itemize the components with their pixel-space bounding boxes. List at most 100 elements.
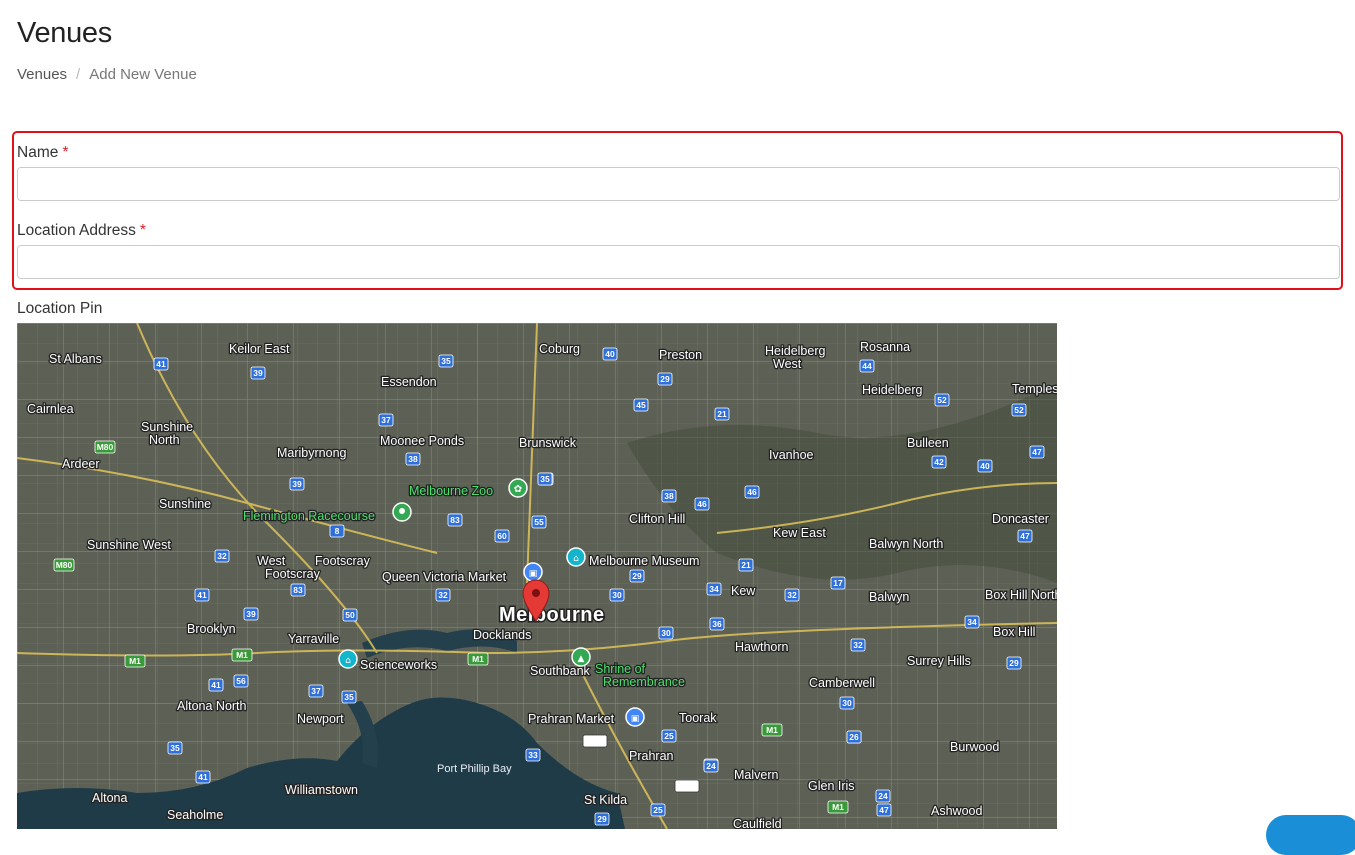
svg-text:29: 29 [1009, 658, 1019, 668]
map-place-label: Footscray [315, 554, 371, 568]
road-badge: M1 [231, 648, 253, 662]
road-badge: M1 [761, 723, 783, 737]
map-place-label: Brooklyn [187, 622, 236, 636]
map-place-label: Doncaster [992, 512, 1049, 526]
road-shield: 35 [341, 690, 357, 704]
svg-text:40: 40 [605, 349, 615, 359]
chat-launcher-button[interactable] [1266, 815, 1355, 855]
map-place-label: Clifton Hill [629, 512, 685, 526]
map-place-label: Kew [731, 584, 756, 598]
map-place-label: Kew East [773, 526, 826, 540]
map-place-label: St Albans [49, 352, 102, 366]
map-canvas[interactable]: St Albans Keilor East Coburg Preston Heidelb… [17, 323, 1057, 829]
page-title: Venues [17, 17, 112, 49]
road-shield: 60 [494, 529, 510, 543]
svg-text:Alt 1: Alt 1 [678, 781, 697, 791]
svg-text:37: 37 [381, 415, 391, 425]
svg-text:50: 50 [345, 610, 355, 620]
map-place-label: Ivanhoe [769, 448, 814, 462]
map-place-label: Melbourne Zoo [409, 484, 493, 498]
svg-text:45: 45 [636, 400, 646, 410]
road-shield: 40 [602, 347, 618, 361]
svg-text:Alt 1: Alt 1 [586, 736, 605, 746]
road-badge: M1 [827, 800, 849, 814]
poi-prahran-market[interactable]: ▣ [625, 707, 645, 727]
svg-text:38: 38 [408, 454, 418, 464]
road-shield: 35 [537, 472, 553, 486]
road-shield: 42 [931, 455, 947, 469]
svg-text:▣: ▣ [631, 714, 640, 724]
svg-text:29: 29 [597, 814, 607, 824]
road-shield: 56 [233, 674, 249, 688]
name-input[interactable] [17, 167, 1340, 201]
location-address-input[interactable] [17, 245, 1340, 279]
road-shield: 47 [876, 803, 892, 817]
poi-scienceworks[interactable]: ⌂ [338, 649, 358, 669]
road-shield: 32 [850, 638, 866, 652]
map-place-label: Melbourne Museum [589, 554, 699, 568]
road-shield: 41 [153, 357, 169, 371]
map-place-label: Seaholme [167, 808, 223, 822]
road-shield: 26 [846, 730, 862, 744]
map-place-label: Box Hill North [985, 588, 1057, 602]
svg-text:21: 21 [741, 560, 751, 570]
svg-text:24: 24 [878, 791, 888, 801]
map-place-label: Newport [297, 712, 344, 726]
svg-text:29: 29 [660, 374, 670, 384]
breadcrumb-item-venues[interactable]: Venues [17, 66, 67, 83]
road-shield: 38 [661, 489, 677, 503]
road-shield: 55 [531, 515, 547, 529]
svg-text:⌂: ⌂ [345, 656, 351, 666]
road-shield: 35 [438, 354, 454, 368]
svg-text:30: 30 [842, 698, 852, 708]
poi-zoo[interactable]: ✿ [508, 478, 528, 498]
map-place-label: Prahran [629, 749, 674, 763]
road-badge: Alt 1 [674, 779, 700, 793]
map-place-label: Templestowe [1012, 382, 1057, 396]
road-shield: 32 [214, 549, 230, 563]
map-place-label: Docklands [473, 628, 531, 642]
map-place-label: Bulleen [907, 436, 949, 450]
svg-text:34: 34 [709, 584, 719, 594]
road-badge: Alt 1 [582, 734, 608, 748]
road-shield: 29 [594, 812, 610, 826]
svg-text:39: 39 [253, 368, 263, 378]
svg-text:60: 60 [497, 531, 507, 541]
svg-text:32: 32 [217, 551, 227, 561]
poi-shrine[interactable]: ▲ [571, 647, 591, 667]
road-shield: 45 [633, 398, 649, 412]
road-shield: 29 [657, 372, 673, 386]
road-shield: 41 [195, 770, 211, 784]
svg-text:M80: M80 [56, 560, 73, 570]
map-place-label: Queen Victoria Market [382, 570, 507, 584]
map-place-label: Balwyn North [869, 537, 943, 551]
poi-racecourse[interactable] [392, 502, 412, 522]
svg-text:42: 42 [934, 457, 944, 467]
poi-queen-victoria-market[interactable]: ▣ [523, 562, 543, 582]
map-place-label: Prahran Market [528, 712, 615, 726]
svg-text:40: 40 [980, 461, 990, 471]
road-shield: 83 [447, 513, 463, 527]
breadcrumb-item-add-new-venue: Add New Venue [89, 66, 197, 83]
map-place-label: Toorak [679, 711, 717, 725]
map-place-label: Ashwood [931, 804, 982, 818]
svg-text:35: 35 [170, 743, 180, 753]
svg-text:52: 52 [937, 395, 947, 405]
road-shield: 83 [290, 583, 306, 597]
road-shield: 52 [1011, 403, 1027, 417]
map-place-label: Heidelberg [862, 383, 923, 397]
map-city-label: Melbourne [499, 604, 605, 626]
poi-museum[interactable]: ⌂ [566, 547, 586, 567]
road-badge: M1 [124, 654, 146, 668]
road-shield: 33 [525, 748, 541, 762]
road-shield: 38 [405, 452, 421, 466]
svg-text:32: 32 [787, 590, 797, 600]
svg-text:83: 83 [450, 515, 460, 525]
svg-text:30: 30 [661, 628, 671, 638]
map-place-label: Altona North [177, 699, 247, 713]
svg-text:36: 36 [712, 619, 722, 629]
required-marker: * [62, 144, 69, 161]
svg-text:35: 35 [540, 474, 550, 484]
svg-text:83: 83 [293, 585, 303, 595]
location-pin-map[interactable]: St Albans Keilor East Coburg Preston Heidelb… [17, 323, 1057, 829]
